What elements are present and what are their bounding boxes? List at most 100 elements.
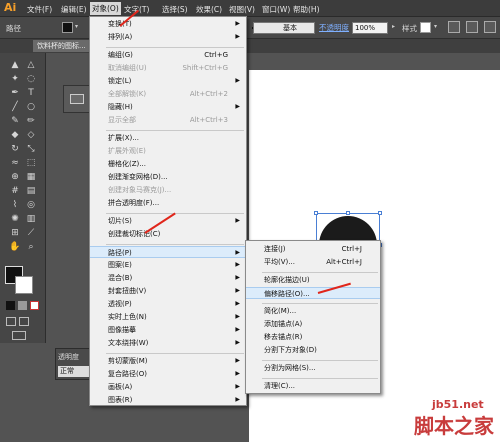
shape-builder-tool-icon[interactable]: ⊕: [8, 171, 22, 183]
chevron-right-icon[interactable]: ▸: [392, 23, 395, 30]
align-icon[interactable]: [484, 21, 496, 33]
object-menu-item[interactable]: 路径(P) ▶: [90, 246, 246, 258]
width-tool-icon[interactable]: ≈: [8, 157, 22, 169]
draw-behind-icon[interactable]: [19, 317, 29, 326]
mesh-tool-icon[interactable]: #: [8, 185, 22, 197]
type-tool-icon[interactable]: T: [24, 87, 38, 99]
object-menu-item[interactable]: 文本绕排(W) ▶: [90, 337, 246, 349]
path-submenu-item[interactable]: 添加锚点(A): [246, 318, 380, 330]
menu-item-label: 图案(E): [108, 261, 132, 269]
color-mode-icon[interactable]: [6, 301, 15, 310]
preferences-icon[interactable]: [466, 21, 478, 33]
object-menu-item[interactable]: 图案(E) ▶: [90, 259, 246, 271]
toolbox: ▲ △ ✦ ◌ ✒ T ╱ ○ ✎ ✏ ◆ ◇ ↻ ⤡ ≈ ⬚ ⊕ ▦ # ▤ …: [0, 53, 46, 343]
menu-separator: [106, 352, 244, 354]
object-menu-item[interactable]: 栅格化(Z)...: [90, 158, 246, 170]
object-menu-item[interactable]: 锁定(L) ▶: [90, 75, 246, 87]
blend-tool-icon[interactable]: ◎: [24, 199, 38, 211]
path-submenu-item[interactable]: 分割为网格(S)...: [246, 362, 380, 374]
menu-item-label: 图像描摹: [108, 326, 136, 334]
menu-file[interactable]: 文件(F): [27, 4, 52, 15]
object-menu-item: 取消编组(U) Shift+Ctrl+G: [90, 62, 246, 74]
path-submenu-item[interactable]: 简化(M)...: [246, 305, 380, 317]
menu-edit[interactable]: 编辑(E): [61, 4, 87, 15]
path-submenu-item[interactable]: 轮廓化描边(U): [246, 274, 380, 286]
hand-tool-icon[interactable]: ✋: [8, 241, 22, 253]
object-menu-item[interactable]: 透视(P) ▶: [90, 298, 246, 310]
object-menu-item[interactable]: 创建裁切标记(C): [90, 228, 246, 240]
object-menu-item[interactable]: 图表(R) ▶: [90, 394, 246, 406]
artboard-tool-icon[interactable]: ⊞: [8, 227, 22, 239]
draw-normal-icon[interactable]: [6, 317, 16, 326]
path-submenu-item[interactable]: 连接(J) Ctrl+J: [246, 243, 380, 255]
object-menu-item[interactable]: 图像描摹 ▶: [90, 324, 246, 336]
chevron-down-icon[interactable]: ▾: [434, 23, 437, 30]
panel-icon[interactable]: [70, 94, 84, 104]
path-submenu-item[interactable]: 分割下方对象(D): [246, 344, 380, 356]
ellipse-tool-icon[interactable]: ○: [24, 101, 38, 113]
path-submenu-item[interactable]: 偏移路径(O)...: [246, 287, 380, 299]
document-tab[interactable]: 饮料杯的图标...: [33, 40, 93, 52]
menu-object[interactable]: 对象(O): [90, 2, 121, 15]
eyedropper-tool-icon[interactable]: ⌇: [8, 199, 22, 211]
doc-setup-icon[interactable]: [448, 21, 460, 33]
path-submenu-item[interactable]: 平均(V)... Alt+Ctrl+J: [246, 256, 380, 268]
paintbrush-tool-icon[interactable]: ✎: [8, 115, 22, 127]
object-menu-item[interactable]: 隐藏(H) ▶: [90, 101, 246, 113]
menu-effect[interactable]: 效果(C): [196, 4, 222, 15]
opacity-link[interactable]: 不透明度: [319, 22, 349, 33]
object-menu-item[interactable]: 复合路径(O) ▶: [90, 368, 246, 380]
object-menu-item[interactable]: 创建渐变网格(D)...: [90, 171, 246, 183]
blend-mode-select[interactable]: 正常: [58, 366, 92, 377]
scale-tool-icon[interactable]: ⤡: [24, 143, 38, 155]
menu-select[interactable]: 选择(S): [162, 4, 188, 15]
resize-handle[interactable]: [378, 211, 382, 215]
none-mode-icon[interactable]: [30, 301, 39, 310]
object-menu-item[interactable]: 拼合透明度(F)...: [90, 197, 246, 209]
menu-window[interactable]: 窗口(W): [262, 4, 290, 15]
line-tool-icon[interactable]: ╱: [8, 101, 22, 113]
zoom-tool-icon[interactable]: ⌕: [24, 241, 38, 253]
magic-wand-tool-icon[interactable]: ✦: [8, 73, 22, 85]
object-menu-item[interactable]: 排列(A) ▶: [90, 31, 246, 43]
path-submenu-item[interactable]: 移去锚点(R): [246, 331, 380, 343]
resize-handle[interactable]: [346, 211, 350, 215]
stroke-style-field[interactable]: 基本: [253, 22, 315, 34]
gradient-tool-icon[interactable]: ▤: [24, 185, 38, 197]
chevron-down-icon[interactable]: ▾: [75, 23, 78, 30]
menu-help[interactable]: 帮助(H): [293, 4, 320, 15]
symbol-sprayer-tool-icon[interactable]: ✺: [8, 213, 22, 225]
object-menu-item[interactable]: 实时上色(N) ▶: [90, 311, 246, 323]
resize-handle[interactable]: [314, 211, 318, 215]
style-swatch[interactable]: [420, 22, 431, 33]
blob-brush-tool-icon[interactable]: ◆: [8, 129, 22, 141]
object-menu-item[interactable]: 变换(T)▶: [90, 18, 246, 30]
object-menu-item[interactable]: 剪切蒙版(M) ▶: [90, 355, 246, 367]
screen-mode-icon[interactable]: [12, 331, 26, 340]
object-menu-item[interactable]: 混合(B) ▶: [90, 272, 246, 284]
stroke-color-swatch[interactable]: [15, 276, 33, 294]
menu-view[interactable]: 视图(V): [229, 4, 255, 15]
eraser-tool-icon[interactable]: ◇: [24, 129, 38, 141]
pen-tool-icon[interactable]: ✒: [8, 87, 22, 99]
perspective-grid-tool-icon[interactable]: ▦: [24, 171, 38, 183]
menu-item-label: 排列(A): [108, 33, 133, 41]
object-menu-item[interactable]: 编组(G) Ctrl+G: [90, 49, 246, 61]
fill-swatch[interactable]: [62, 22, 73, 33]
rotate-tool-icon[interactable]: ↻: [8, 143, 22, 155]
free-transform-tool-icon[interactable]: ⬚: [24, 157, 38, 169]
gradient-mode-icon[interactable]: [18, 301, 27, 310]
app-logo: Ai: [4, 1, 17, 14]
lasso-tool-icon[interactable]: ◌: [24, 73, 38, 85]
path-submenu-item[interactable]: 清理(C)...: [246, 380, 380, 392]
object-menu-item[interactable]: 画板(A) ▶: [90, 381, 246, 393]
object-menu-item[interactable]: 扩展(X)...: [90, 132, 246, 144]
selection-tool-icon[interactable]: ▲: [8, 59, 22, 71]
graph-tool-icon[interactable]: ▥: [24, 213, 38, 225]
slice-tool-icon[interactable]: ⟋: [24, 227, 38, 239]
opacity-input[interactable]: 100%: [352, 22, 388, 34]
object-menu-item[interactable]: 封套扭曲(V) ▶: [90, 285, 246, 297]
pencil-tool-icon[interactable]: ✏: [24, 115, 38, 127]
submenu-arrow-icon: ▶: [235, 103, 240, 110]
direct-selection-tool-icon[interactable]: △: [24, 59, 38, 71]
